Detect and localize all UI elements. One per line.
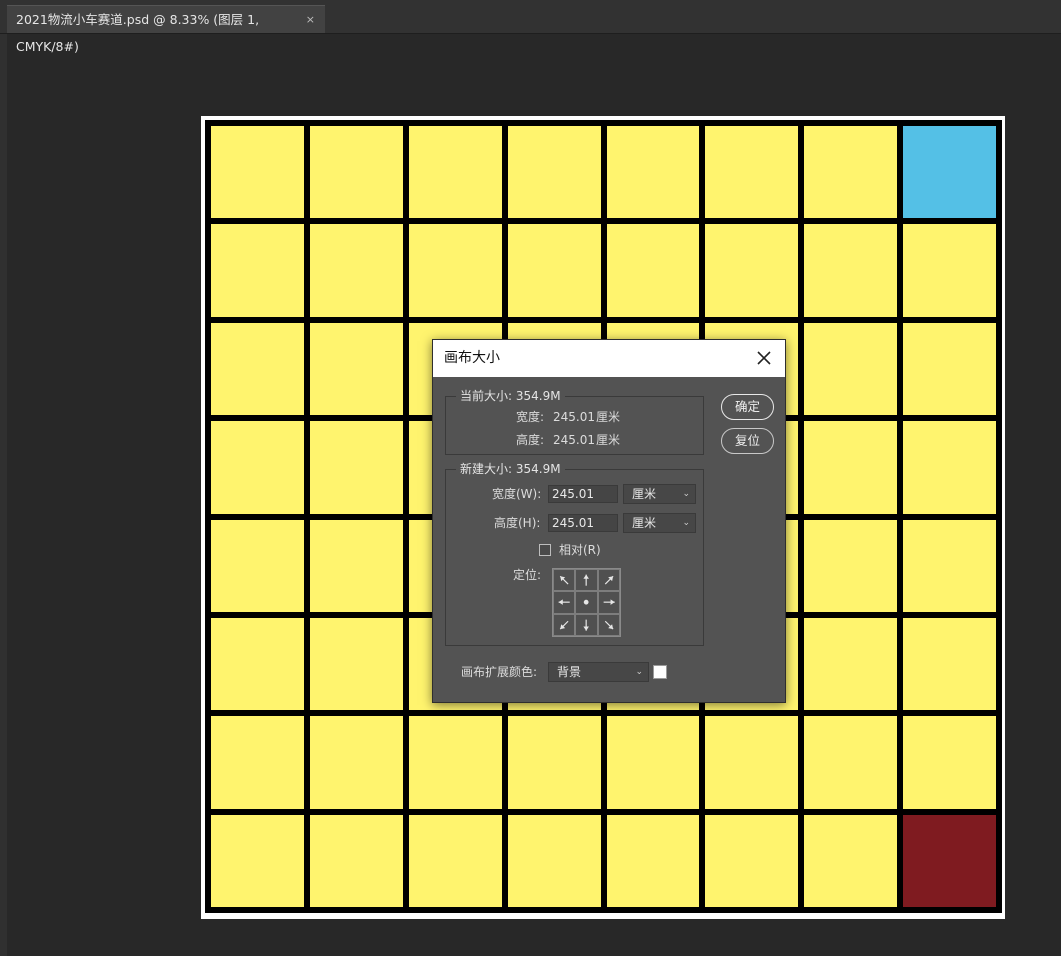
track-cell [804, 716, 898, 809]
track-cell [804, 814, 898, 907]
track-cell [804, 519, 898, 612]
canvas-ext-color-value: 背景 [557, 665, 582, 679]
track-cell [309, 617, 403, 711]
track-cell [903, 519, 996, 612]
track-cell [408, 814, 502, 907]
track-cell [408, 716, 502, 809]
canvas-ext-color-select[interactable]: 背景 ⌄ [548, 662, 649, 682]
chevron-down-icon: ⌄ [635, 667, 643, 677]
current-width-value: 245.01 [553, 410, 595, 424]
current-height-unit: 厘米 [596, 433, 621, 447]
track-cell [309, 519, 403, 612]
track-cell [309, 421, 403, 514]
track-cell [309, 814, 403, 907]
anchor-sw-arrow-icon[interactable] [553, 613, 576, 636]
anchor-nw-arrow-icon[interactable] [553, 569, 576, 592]
track-cell [903, 421, 996, 514]
new-width-unit-select[interactable]: 厘米 ⌄ [623, 484, 696, 504]
track-cell [804, 617, 898, 711]
relative-checkbox[interactable] [539, 544, 551, 556]
track-cell [309, 322, 403, 416]
new-width-label: 宽度(W): [492, 487, 542, 501]
new-width-input[interactable]: 245.01 [548, 485, 618, 503]
track-cell [211, 322, 304, 416]
tab-close-icon[interactable]: × [306, 6, 315, 33]
anchor-c-dot-icon[interactable] [575, 591, 598, 614]
anchor-ne-arrow-icon[interactable] [597, 569, 620, 592]
current-height-label: 高度: [516, 433, 545, 447]
track-cell [211, 814, 304, 907]
track-cell [606, 224, 700, 317]
track-cell [606, 716, 700, 809]
track-cell [705, 224, 799, 317]
close-icon[interactable] [755, 349, 773, 367]
current-width-unit: 厘米 [596, 410, 621, 424]
track-cell [309, 716, 403, 809]
anchor-e-arrow-icon[interactable] [597, 591, 620, 614]
chevron-down-icon: ⌄ [682, 489, 690, 499]
track-cell-blue [903, 126, 996, 219]
track-cell [507, 224, 601, 317]
anchor-grid [552, 568, 621, 637]
document-tab-bar: 2021物流小车赛道.psd @ 8.33% (图层 1, CMYK/8#) × [0, 0, 1061, 54]
canvas-size-dialog: 画布大小 当前大小: 354.9M 宽度: 245.01 厘米 高度: 245.… [432, 339, 786, 703]
current-size-legend: 当前大小: 354.9M [456, 388, 565, 404]
reset-button[interactable]: 复位 [721, 428, 774, 454]
dialog-title: 画布大小 [444, 350, 500, 366]
track-cell [705, 814, 799, 907]
track-cell [309, 224, 403, 317]
new-size-legend: 新建大小: 354.9M [456, 461, 565, 477]
new-height-label: 高度(H): [494, 516, 541, 530]
current-height-value: 245.01 [553, 433, 595, 447]
document-tab-title: 2021物流小车赛道.psd @ 8.33% (图层 1, CMYK/8#) [16, 12, 260, 54]
track-cell [507, 716, 601, 809]
new-width-unit-value: 厘米 [632, 487, 657, 501]
track-cell [408, 224, 502, 317]
new-height-unit-select[interactable]: 厘米 ⌄ [623, 513, 696, 533]
anchor-w-arrow-icon[interactable] [553, 591, 576, 614]
track-cell [211, 716, 304, 809]
track-cell [903, 716, 996, 809]
relative-label: 相对(R) [559, 543, 601, 557]
track-cell [804, 224, 898, 317]
new-height-input[interactable]: 245.01 [548, 514, 618, 532]
track-cell [705, 126, 799, 219]
left-panel-edge [0, 34, 7, 956]
track-cell [309, 126, 403, 219]
ok-button[interactable]: 确定 [721, 394, 774, 420]
track-cell [606, 126, 700, 219]
track-cell [903, 224, 996, 317]
track-cell-red [903, 814, 996, 907]
document-tab[interactable]: 2021物流小车赛道.psd @ 8.33% (图层 1, CMYK/8#) × [7, 5, 325, 54]
track-cell [507, 814, 601, 907]
track-cell [804, 126, 898, 219]
track-cell [408, 126, 502, 219]
track-cell [211, 224, 304, 317]
track-cell [211, 617, 304, 711]
anchor-se-arrow-icon[interactable] [597, 613, 620, 636]
track-cell [903, 617, 996, 711]
anchor-s-arrow-icon[interactable] [575, 613, 598, 636]
new-height-unit-value: 厘米 [632, 516, 657, 530]
current-size-group: 当前大小: 354.9M 宽度: 245.01 厘米 高度: 245.01 厘米 [445, 388, 704, 455]
anchor-n-arrow-icon[interactable] [575, 569, 598, 592]
track-cell [903, 322, 996, 416]
track-cell [211, 126, 304, 219]
canvas-ext-color-label: 画布扩展颜色: [461, 665, 538, 679]
chevron-down-icon: ⌄ [682, 518, 690, 528]
track-cell [211, 519, 304, 612]
track-cell [606, 814, 700, 907]
track-cell [804, 322, 898, 416]
track-cell [804, 421, 898, 514]
current-width-label: 宽度: [516, 410, 545, 424]
anchor-label: 定位: [513, 568, 542, 582]
track-cell [507, 126, 601, 219]
canvas-ext-color-swatch[interactable] [653, 665, 667, 679]
dialog-title-bar: 画布大小 [433, 340, 785, 377]
track-cell [211, 421, 304, 514]
track-cell [705, 716, 799, 809]
